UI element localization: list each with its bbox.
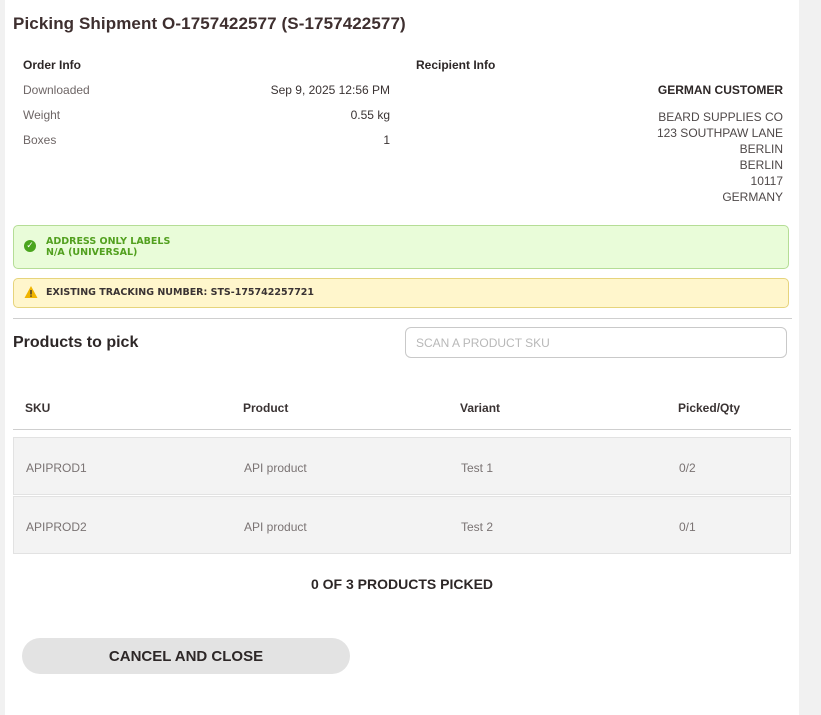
section-divider: [13, 318, 792, 319]
address-line: BEARD SUPPLIES CO: [658, 110, 783, 124]
downloaded-value: Sep 9, 2025 12:56 PM: [270, 83, 390, 97]
scrollbar[interactable]: [799, 0, 821, 715]
order-info-heading: Order Info: [23, 58, 82, 72]
scan-sku-input[interactable]: [405, 327, 787, 358]
picked-qty-cell: 0/1: [679, 520, 696, 534]
address-line: 123 SOUTHPAW LANE: [656, 126, 783, 140]
column-header-picked-qty: Picked/Qty: [678, 401, 741, 415]
product-cell: API product: [244, 520, 307, 534]
address-line: BERLIN: [739, 158, 783, 172]
picked-qty-cell: 0/2: [679, 461, 696, 475]
column-header-product: Product: [243, 401, 289, 415]
address-line: 10117: [750, 174, 783, 188]
boxes-value: 1: [383, 133, 390, 147]
recipient-name: GERMAN CUSTOMER: [657, 83, 783, 97]
warning-triangle-icon: [24, 286, 38, 298]
downloaded-label: Downloaded: [23, 83, 90, 97]
table-row[interactable]: APIPROD1 API product Test 1 0/2: [13, 437, 791, 495]
label-type-text: ADDRESS ONLY LABELS N/A (UNIVERSAL): [46, 236, 170, 258]
recipient-info-heading: Recipient Info: [416, 58, 496, 72]
column-header-sku: SKU: [25, 401, 51, 415]
variant-cell: Test 2: [461, 520, 494, 534]
page-title: Picking Shipment O-1757422577 (S-1757422…: [13, 14, 406, 33]
boxes-label: Boxes: [23, 133, 57, 147]
cancel-and-close-button[interactable]: CANCEL AND CLOSE: [22, 638, 350, 674]
column-header-variant: Variant: [460, 401, 501, 415]
label-type-line: ADDRESS ONLY LABELS: [46, 236, 171, 247]
products-table: APIPROD1 API product Test 1 0/2 APIPROD2…: [13, 437, 791, 555]
tracking-warning-alert: EXISTING TRACKING NUMBER: STS-1757422577…: [13, 278, 789, 308]
label-carrier-line: N/A (UNIVERSAL): [46, 247, 138, 258]
sku-cell: APIPROD1: [26, 461, 87, 475]
table-row[interactable]: APIPROD2 API product Test 2 0/1: [13, 496, 791, 554]
picking-modal: Picking Shipment O-1757422577 (S-1757422…: [5, 0, 799, 715]
picked-summary: 0 OF 3 PRODUCTS PICKED: [310, 576, 494, 592]
address-line: BERLIN: [739, 142, 783, 156]
products-heading: Products to pick: [13, 334, 139, 351]
variant-cell: Test 1: [461, 461, 494, 475]
address-line: GERMANY: [722, 190, 783, 204]
check-circle-icon: ✓: [24, 240, 36, 252]
recipient-address: GERMAN CUSTOMER BEARD SUPPLIES CO 123 SO…: [657, 82, 783, 205]
table-header-divider: [13, 429, 791, 430]
sku-cell: APIPROD2: [26, 520, 87, 534]
tracking-warning-text: EXISTING TRACKING NUMBER: STS-1757422577…: [46, 287, 315, 298]
product-cell: API product: [244, 461, 307, 475]
weight-label: Weight: [23, 108, 61, 122]
label-type-alert: ✓ ADDRESS ONLY LABELS N/A (UNIVERSAL): [13, 225, 789, 269]
weight-value: 0.55 kg: [350, 108, 390, 122]
